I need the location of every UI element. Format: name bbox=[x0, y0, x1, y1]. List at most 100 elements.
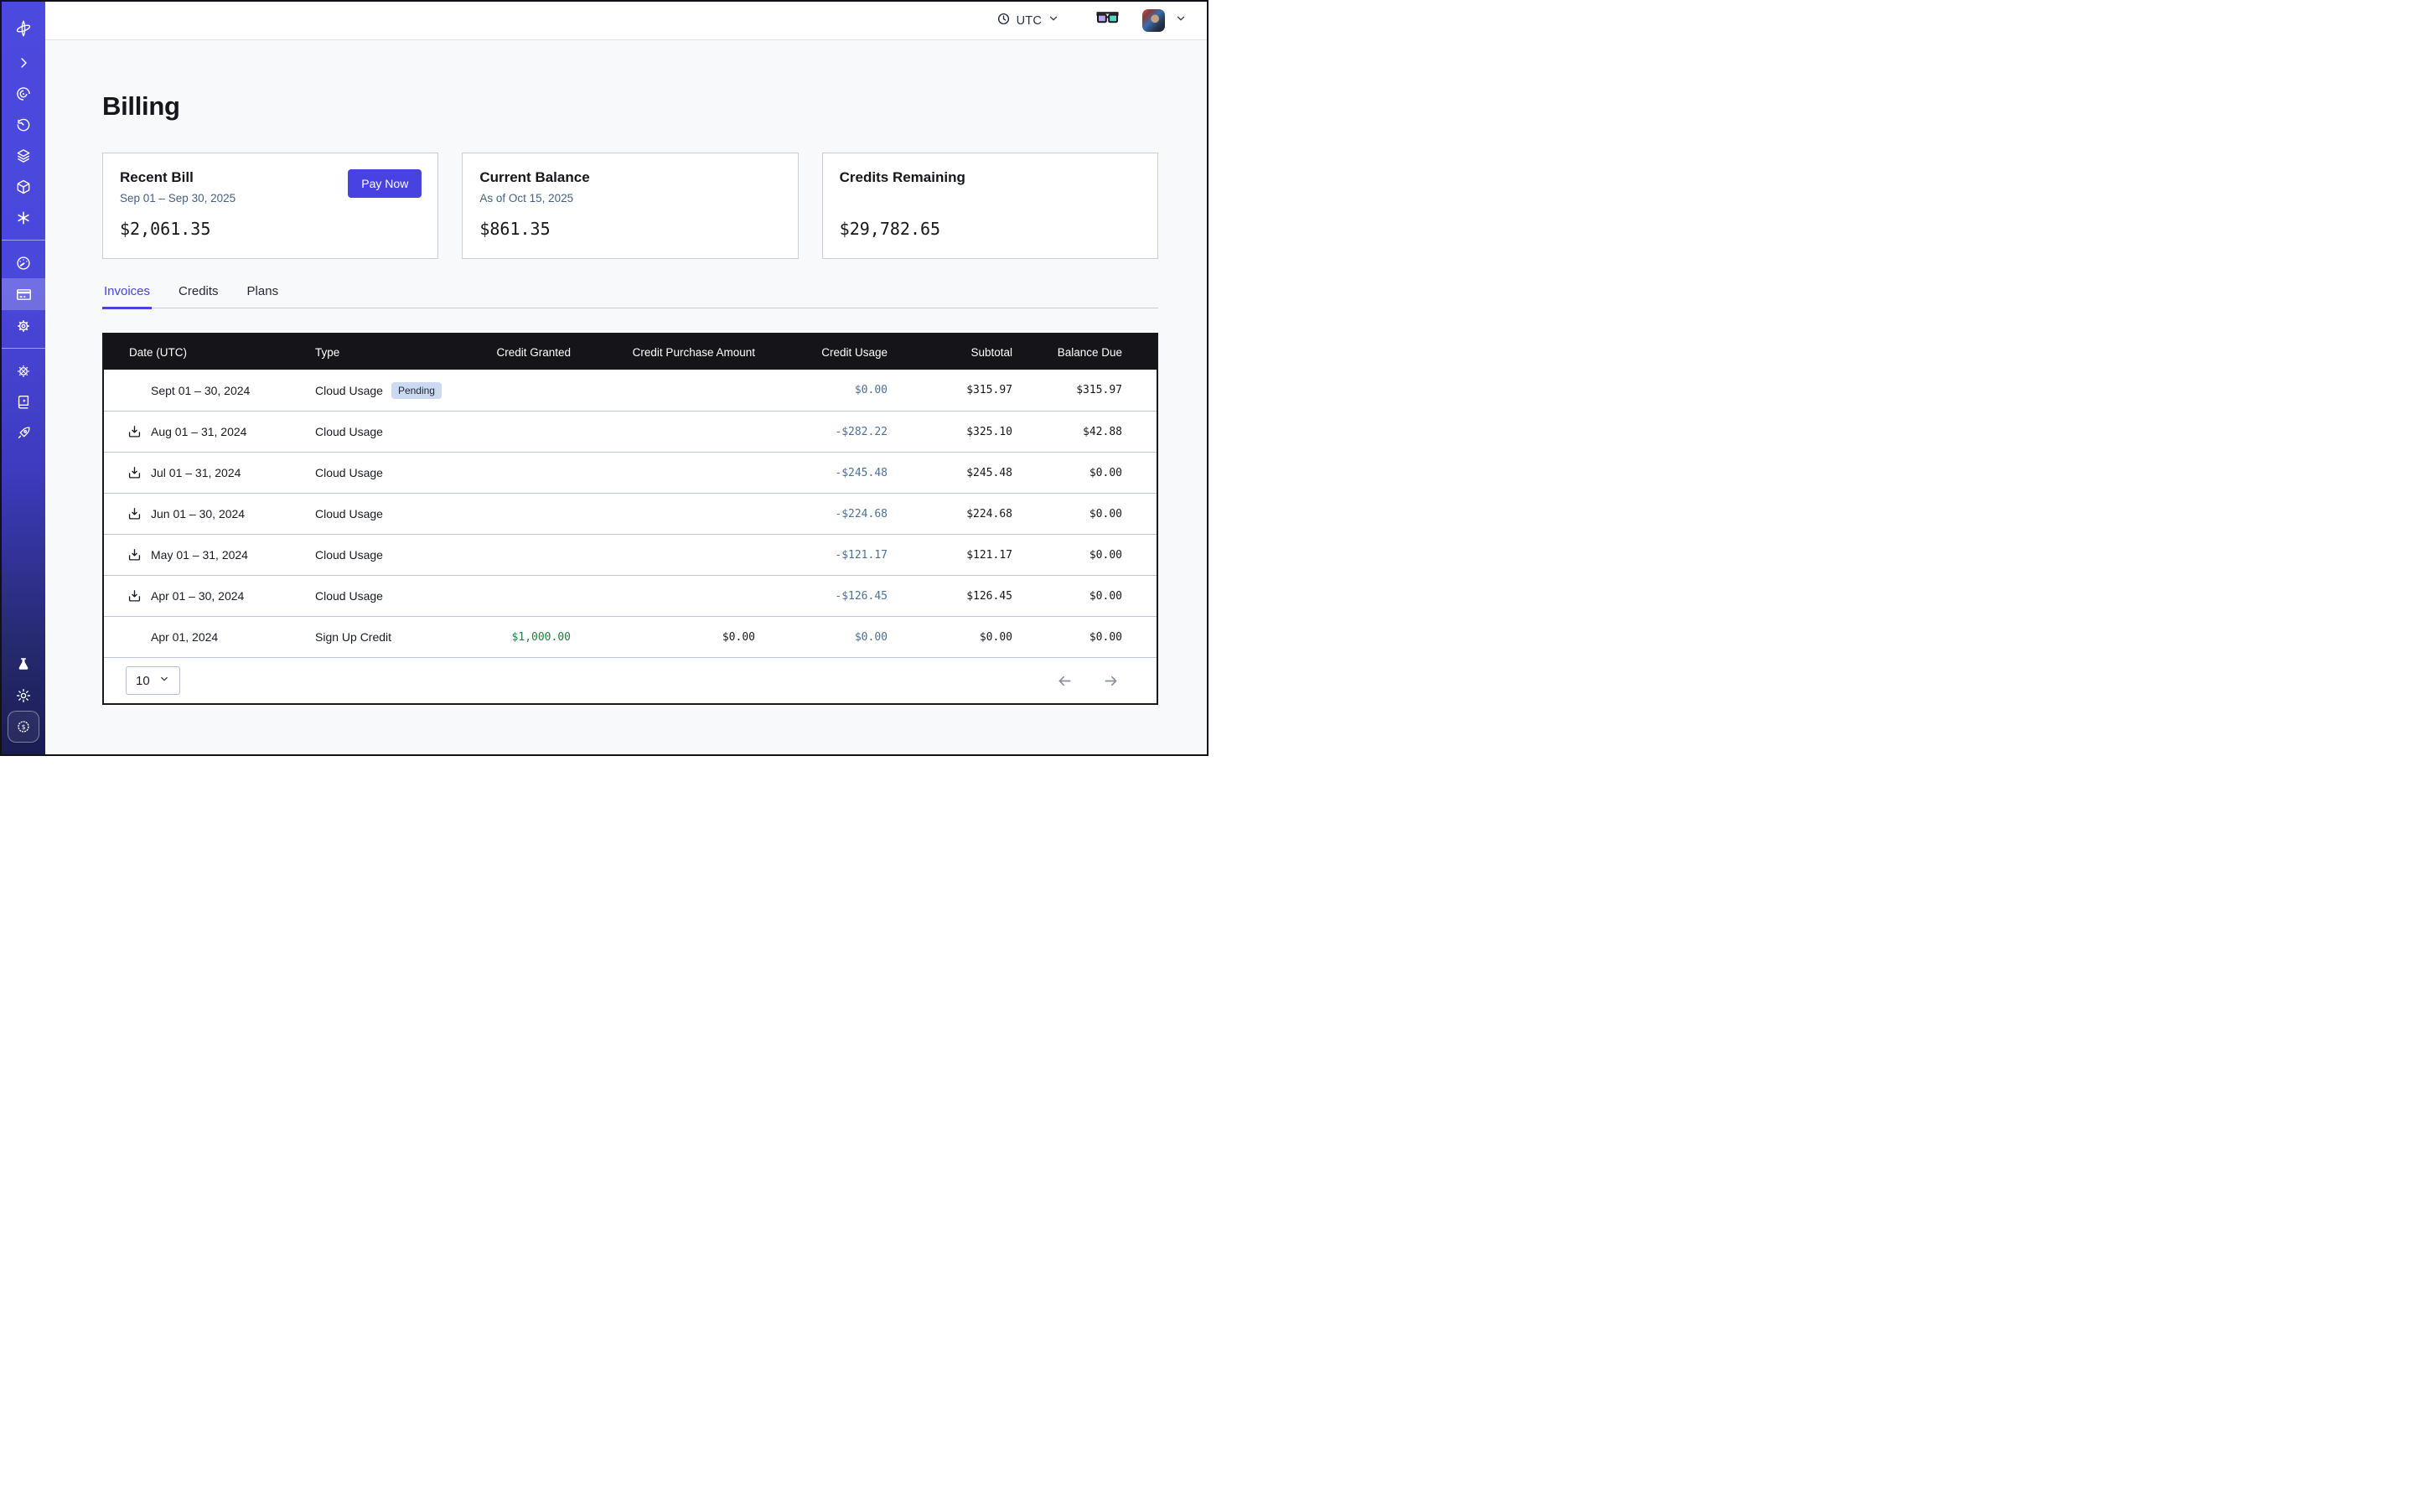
invoice-date-cell: Sept 01 – 30, 2024 bbox=[104, 382, 315, 399]
sidebar-item-launch[interactable] bbox=[2, 417, 45, 448]
layers-icon bbox=[15, 148, 32, 164]
balance-due-cell: $0.00 bbox=[1012, 508, 1122, 520]
invoice-type-cell: Cloud Usage bbox=[315, 548, 479, 562]
column-header-credit-purchase-amount: Credit Purchase Amount bbox=[571, 346, 755, 359]
invoice-date: Apr 01, 2024 bbox=[151, 630, 218, 644]
invoice-type-cell: Cloud Usage bbox=[315, 507, 479, 520]
sidebar-collapse-button[interactable] bbox=[2, 47, 45, 78]
timezone-label: UTC bbox=[1017, 14, 1042, 28]
next-page-button[interactable] bbox=[1102, 672, 1120, 690]
billing-tabs: Invoices Credits Plans bbox=[102, 284, 1158, 308]
invoice-type: Cloud Usage bbox=[315, 425, 383, 438]
table-row: Sept 01 – 30, 2024 Cloud Usage Pending $… bbox=[104, 370, 1157, 411]
prev-page-button[interactable] bbox=[1056, 672, 1074, 690]
card-subtitle bbox=[840, 192, 1141, 206]
credit-granted-cell: $1,000.00 bbox=[479, 631, 571, 644]
sidebar-item-billing[interactable] bbox=[2, 278, 45, 310]
user-avatar[interactable] bbox=[1142, 9, 1165, 32]
download-invoice-button[interactable] bbox=[126, 464, 142, 481]
column-header-subtotal: Subtotal bbox=[888, 346, 1012, 359]
table-footer: 10 bbox=[104, 657, 1157, 703]
app-window: $ UTC bbox=[0, 0, 1208, 756]
sidebar-divider bbox=[2, 348, 45, 349]
card-title: Credits Remaining bbox=[840, 169, 1141, 186]
cube-icon bbox=[15, 179, 32, 195]
card-title: Current Balance bbox=[479, 169, 780, 186]
credit-usage-cell: -$121.17 bbox=[755, 549, 888, 562]
download-invoice-button[interactable] bbox=[126, 588, 142, 604]
sun-icon bbox=[15, 687, 32, 704]
app-logo-icon bbox=[2, 10, 45, 47]
sidebar-item-labs[interactable] bbox=[2, 649, 45, 680]
flask-icon bbox=[15, 656, 32, 673]
user-menu[interactable] bbox=[1142, 9, 1187, 32]
card-amount: $29,782.65 bbox=[840, 219, 1141, 239]
sidebar-item-theme-toggle[interactable] bbox=[2, 680, 45, 711]
credit-usage-cell: $0.00 bbox=[755, 631, 888, 644]
balance-due-cell: $42.88 bbox=[1012, 426, 1122, 438]
sidebar-item-vision[interactable] bbox=[2, 78, 45, 109]
download-invoice-button[interactable] bbox=[126, 423, 142, 440]
invoice-date-cell: Aug 01 – 31, 2024 bbox=[104, 423, 315, 440]
tab-credits[interactable]: Credits bbox=[177, 284, 220, 309]
invoice-date-cell: Apr 01, 2024 bbox=[104, 629, 315, 645]
topbar: UTC bbox=[45, 2, 1207, 40]
subtotal-cell: $224.68 bbox=[888, 508, 1012, 520]
subtotal-cell: $325.10 bbox=[888, 426, 1012, 438]
invoice-type: Cloud Usage bbox=[315, 507, 383, 520]
invoice-date: Sept 01 – 30, 2024 bbox=[151, 384, 250, 397]
credit-usage-cell: -$224.68 bbox=[755, 508, 888, 520]
invoice-date: Aug 01 – 31, 2024 bbox=[151, 425, 246, 438]
sidebar-item-layers[interactable] bbox=[2, 140, 45, 171]
timezone-selector[interactable]: UTC bbox=[996, 12, 1059, 30]
vision-spiral-icon bbox=[15, 85, 32, 102]
balance-due-cell: $0.00 bbox=[1012, 590, 1122, 603]
helm-wheel-icon bbox=[15, 363, 32, 380]
card-amount: $861.35 bbox=[479, 219, 780, 239]
credit-usage-cell: -$126.45 bbox=[755, 590, 888, 603]
invoice-date: Jun 01 – 30, 2024 bbox=[151, 507, 245, 520]
clock-icon bbox=[996, 12, 1011, 30]
history-clock-icon bbox=[15, 117, 32, 133]
main-area: UTC bbox=[45, 2, 1207, 754]
balance-due-cell: $315.97 bbox=[1012, 384, 1122, 396]
asterisk-icon bbox=[15, 210, 32, 226]
sidebar-item-docs[interactable] bbox=[2, 386, 45, 417]
sidebar-item-asterisk[interactable] bbox=[2, 202, 45, 233]
sidebar-item-usage-gauge[interactable] bbox=[2, 247, 45, 278]
sidebar-item-history[interactable] bbox=[2, 109, 45, 140]
table-row: Aug 01 – 31, 2024 Cloud Usage -$282.22 $… bbox=[104, 411, 1157, 452]
sidebar-item-fleet[interactable] bbox=[2, 355, 45, 386]
pay-now-button[interactable]: Pay Now bbox=[348, 169, 422, 198]
billing-page: Billing Recent Bill Sep 01 – Sep 30, 202… bbox=[45, 40, 1207, 754]
invoice-type: Cloud Usage bbox=[315, 548, 383, 562]
page-size-select[interactable]: 10 bbox=[126, 666, 180, 695]
chevron-down-icon bbox=[1048, 13, 1059, 28]
table-row: May 01 – 31, 2024 Cloud Usage -$121.17 $… bbox=[104, 534, 1157, 575]
sidebar-item-settings[interactable] bbox=[2, 310, 45, 341]
sidebar-item-cube[interactable] bbox=[2, 171, 45, 202]
tab-plans[interactable]: Plans bbox=[246, 284, 281, 309]
table-header: Date (UTC) Type Credit Granted Credit Pu… bbox=[104, 334, 1157, 370]
credit-purchase-cell: $0.00 bbox=[571, 631, 755, 644]
current-balance-card: Current Balance As of Oct 15, 2025 $861.… bbox=[462, 153, 798, 259]
card-subtitle: As of Oct 15, 2025 bbox=[479, 192, 780, 206]
page-title: Billing bbox=[102, 93, 1158, 119]
rocket-icon bbox=[15, 425, 32, 442]
balance-due-cell: $0.00 bbox=[1012, 467, 1122, 479]
tab-invoices[interactable]: Invoices bbox=[102, 284, 152, 309]
vision-mode-button[interactable] bbox=[1096, 11, 1119, 30]
download-invoice-button[interactable] bbox=[126, 505, 142, 522]
sidebar-credits-button[interactable]: $ bbox=[8, 711, 39, 743]
invoice-date-cell: Jul 01 – 31, 2024 bbox=[104, 464, 315, 481]
gear-icon bbox=[15, 318, 32, 334]
table-row: Jul 01 – 31, 2024 Cloud Usage -$245.48 $… bbox=[104, 452, 1157, 493]
download-invoice-button[interactable] bbox=[126, 546, 142, 563]
card-amount: $2,061.35 bbox=[120, 219, 421, 239]
table-row: Jun 01 – 30, 2024 Cloud Usage -$224.68 $… bbox=[104, 493, 1157, 534]
subtotal-cell: $121.17 bbox=[888, 549, 1012, 562]
invoice-date: Apr 01 – 30, 2024 bbox=[151, 589, 244, 603]
invoices-table: Date (UTC) Type Credit Granted Credit Pu… bbox=[102, 333, 1158, 705]
invoice-type-cell: Sign Up Credit bbox=[315, 630, 479, 644]
credit-usage-cell: -$245.48 bbox=[755, 467, 888, 479]
